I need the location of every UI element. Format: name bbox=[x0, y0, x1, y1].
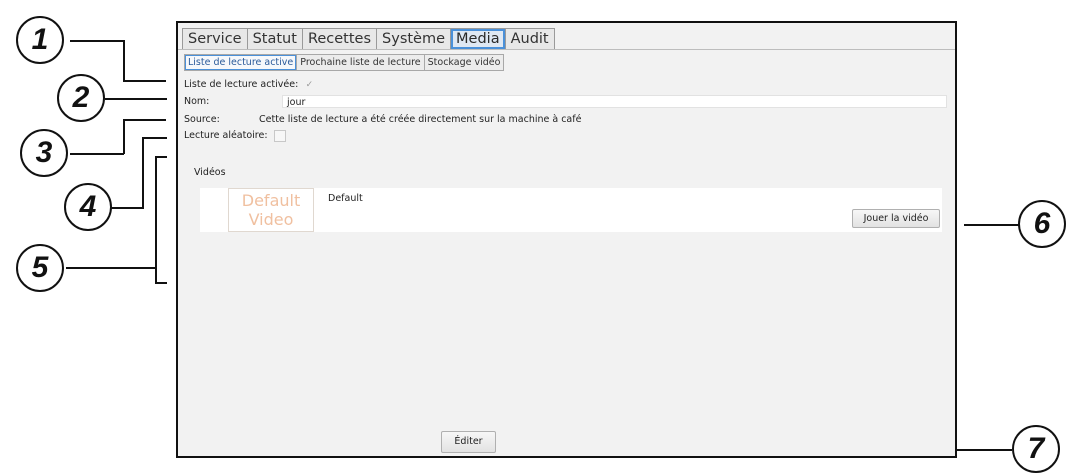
callout-3-line bbox=[123, 119, 166, 121]
callout-6-line bbox=[964, 224, 1020, 226]
callout-3-line bbox=[70, 153, 124, 155]
source-value: Cette liste de lecture a été créée direc… bbox=[259, 114, 582, 125]
videos-section-label: Vidéos bbox=[194, 167, 226, 178]
tab-media[interactable]: Media bbox=[451, 29, 506, 49]
callout-5-line bbox=[155, 282, 167, 284]
thumbnail-text-line1: Default bbox=[241, 191, 301, 210]
random-play-row: Lecture aléatoire: bbox=[184, 129, 286, 142]
play-video-button[interactable]: Jouer la vidéo bbox=[852, 209, 940, 228]
main-tab-bar: Service Statut Recettes Système Media Au… bbox=[182, 28, 555, 50]
callout-1-line bbox=[123, 80, 166, 82]
sub-tab-bar: Liste de lecture active Prochaine liste … bbox=[184, 54, 505, 71]
callout-1-line bbox=[70, 40, 124, 42]
thumbnail-text-line2: Video bbox=[248, 210, 294, 229]
callout-2: 2 bbox=[57, 74, 105, 122]
callout-3: 3 bbox=[20, 129, 68, 177]
callout-1-line bbox=[123, 40, 125, 81]
name-field[interactable]: jour bbox=[282, 95, 947, 108]
video-list-item: Default Video Default Jouer la vidéo bbox=[200, 188, 942, 232]
callout-5-line bbox=[66, 267, 156, 269]
callout-5: 5 bbox=[16, 244, 64, 292]
callout-4-line bbox=[111, 207, 144, 209]
video-thumbnail: Default Video bbox=[228, 188, 314, 232]
callout-6: 6 bbox=[1018, 200, 1066, 248]
subtab-next-playlist[interactable]: Prochaine liste de lecture bbox=[297, 55, 425, 70]
playlist-active-label: Liste de lecture activée: bbox=[184, 79, 299, 90]
callout-4-line bbox=[142, 137, 144, 208]
subtab-video-storage[interactable]: Stockage vidéo bbox=[425, 55, 504, 70]
tab-systeme[interactable]: Système bbox=[377, 29, 452, 49]
tab-bar-divider bbox=[178, 49, 955, 50]
callout-4: 4 bbox=[64, 183, 112, 231]
callout-3-line bbox=[123, 119, 125, 154]
playlist-active-check-icon: ✓ bbox=[305, 79, 314, 90]
app-window: Service Statut Recettes Système Media Au… bbox=[176, 21, 957, 458]
random-play-checkbox[interactable] bbox=[273, 129, 286, 142]
name-label: Nom: bbox=[184, 96, 210, 107]
callout-2-line bbox=[105, 98, 167, 100]
edit-button[interactable]: Éditer bbox=[441, 431, 496, 453]
source-label: Source: bbox=[184, 114, 220, 125]
video-title: Default bbox=[328, 193, 363, 204]
callout-5-line bbox=[155, 156, 157, 283]
tab-audit[interactable]: Audit bbox=[506, 29, 554, 49]
callout-4-line bbox=[142, 137, 167, 139]
playlist-active-row: Liste de lecture activée: ✓ bbox=[184, 78, 314, 91]
tab-statut[interactable]: Statut bbox=[248, 29, 303, 49]
callout-1: 1 bbox=[16, 16, 64, 64]
callout-5-line bbox=[155, 156, 167, 158]
subtab-active-playlist[interactable]: Liste de lecture active bbox=[185, 55, 298, 70]
tab-recettes[interactable]: Recettes bbox=[303, 29, 378, 49]
tab-service[interactable]: Service bbox=[183, 29, 248, 49]
callout-7: 7 bbox=[1012, 425, 1060, 473]
random-play-label: Lecture aléatoire: bbox=[184, 130, 268, 141]
